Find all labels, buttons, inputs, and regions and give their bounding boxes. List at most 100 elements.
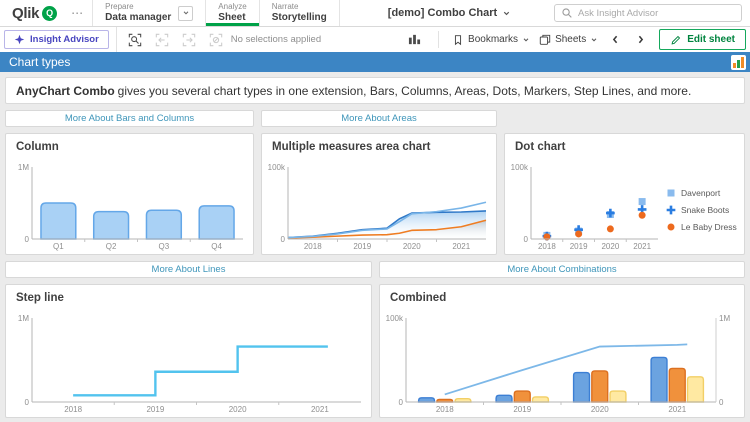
bar-Q4[interactable] bbox=[199, 206, 234, 239]
link-more-about-areas[interactable]: More About Areas bbox=[261, 110, 497, 127]
grid-icon bbox=[408, 33, 421, 46]
tick-label: 2019 bbox=[570, 242, 588, 251]
combined-chart[interactable]: 01M0100k2018201920202021 bbox=[382, 311, 742, 415]
circle-marker[interactable] bbox=[668, 224, 675, 231]
chart-title: Combined bbox=[380, 285, 744, 304]
circle-marker[interactable] bbox=[639, 212, 646, 219]
bar-Q1[interactable] bbox=[41, 203, 76, 239]
chevron-down-icon bbox=[182, 9, 190, 17]
yellow-bars-2020[interactable] bbox=[610, 391, 626, 402]
bookmark-icon bbox=[452, 34, 464, 46]
chart-panel-area: Multiple measures area chart 0100k201820… bbox=[261, 133, 497, 255]
legend-item-square[interactable]: Davenport bbox=[666, 188, 742, 198]
toolbar-divider bbox=[438, 31, 439, 48]
orange-bars-2020[interactable] bbox=[592, 371, 608, 402]
qlik-q-icon: Q bbox=[42, 6, 57, 21]
chevron-right-icon bbox=[635, 34, 646, 45]
chart-title: Dot chart bbox=[505, 134, 744, 153]
link-more-about-lines[interactable]: More About Lines bbox=[5, 261, 372, 278]
tick-label: 2020 bbox=[403, 242, 421, 251]
tick-label: 2020 bbox=[229, 405, 247, 414]
tick-label: 1M bbox=[18, 314, 29, 323]
search-input[interactable] bbox=[578, 8, 735, 19]
bookmarks-menu[interactable]: Bookmarks bbox=[452, 34, 530, 46]
chart-title: Multiple measures area chart bbox=[262, 134, 496, 153]
chevron-left-icon bbox=[610, 34, 621, 45]
blue-bars-2018[interactable] bbox=[419, 398, 435, 402]
nav-item-analyze[interactable]: Analyze Sheet bbox=[205, 0, 258, 26]
bar-chart-icon[interactable] bbox=[731, 55, 746, 70]
dot-chart[interactable]: 0100k2018201920202021 bbox=[507, 160, 666, 252]
bar-chart-icon-bar bbox=[733, 63, 736, 68]
description-box: AnyChart Combo gives you several chart t… bbox=[5, 77, 745, 104]
legend-item-plus[interactable]: Snake Boots bbox=[666, 205, 742, 215]
step-forward-button[interactable] bbox=[181, 32, 197, 48]
bar-Q2[interactable] bbox=[94, 212, 129, 239]
charts-row-1: Column 01MQ1Q2Q3Q4 Multiple measures are… bbox=[5, 133, 745, 255]
qlik-logo: Qlik Q bbox=[0, 0, 63, 26]
main-nav: Prepare Data manager Analyze Sheet Narra… bbox=[92, 0, 340, 26]
dot-chart-legend: Davenport Snake Boots Le Baby Dress bbox=[666, 188, 742, 232]
orange-bars-2021[interactable] bbox=[669, 368, 685, 402]
combined-chart-svg: 01M0100k2018201920202021 bbox=[382, 311, 742, 415]
yellow-bars-2021[interactable] bbox=[688, 377, 704, 402]
legend-label: Le Baby Dress bbox=[681, 222, 737, 232]
step-line-chart[interactable]: 01M2018201920202021 bbox=[8, 311, 369, 415]
more-menu-icon[interactable]: ⋯ bbox=[63, 0, 92, 26]
blue-bars-2020[interactable] bbox=[574, 373, 590, 402]
blue-bars-2021[interactable] bbox=[651, 357, 667, 402]
step-back-button[interactable] bbox=[154, 32, 170, 48]
sheet-content: AnyChart Combo gives you several chart t… bbox=[0, 72, 750, 418]
link-more-about-bars-and-columns[interactable]: More About Bars and Columns bbox=[5, 110, 254, 127]
blue-bars-2019[interactable] bbox=[496, 395, 512, 402]
app-title[interactable]: [demo] Combo Chart bbox=[388, 0, 511, 26]
tick-label: Q1 bbox=[53, 242, 64, 251]
toolbar-right: Bookmarks Sheets Edit sheet bbox=[406, 29, 750, 50]
step-line-series[interactable] bbox=[73, 347, 328, 396]
tick-label: 2018 bbox=[436, 405, 454, 414]
chevron-down-icon bbox=[590, 36, 598, 44]
smart-search-button[interactable] bbox=[127, 32, 143, 48]
orange-bars-2019[interactable] bbox=[514, 391, 530, 402]
square-marker[interactable] bbox=[668, 190, 675, 197]
assets-panel-button[interactable] bbox=[406, 32, 422, 48]
circle-marker[interactable] bbox=[575, 230, 582, 237]
tick-label: 100k bbox=[386, 314, 404, 323]
prepare-dropdown-button[interactable] bbox=[178, 6, 193, 21]
insight-advisor-search[interactable] bbox=[554, 4, 742, 22]
plus-marker[interactable] bbox=[667, 206, 676, 215]
insight-advisor-button[interactable]: Insight Advisor bbox=[4, 30, 109, 49]
sheets-menu[interactable]: Sheets bbox=[539, 34, 598, 46]
column-chart[interactable]: 01MQ1Q2Q3Q4 bbox=[8, 160, 251, 252]
legend-item-circle[interactable]: Le Baby Dress bbox=[666, 222, 742, 232]
yellow-bars-2019[interactable] bbox=[533, 397, 549, 402]
chart-title: Step line bbox=[6, 285, 371, 304]
nav-item-narrate[interactable]: Narrate Storytelling bbox=[259, 0, 340, 26]
tick-label: 2019 bbox=[353, 242, 371, 251]
area-chart[interactable]: 0100k2018201920202021 bbox=[264, 160, 494, 252]
links-row-2: More About Lines More About Combinations bbox=[5, 261, 745, 278]
tick-label: 0 bbox=[719, 398, 724, 407]
tick-label: 0 bbox=[399, 398, 404, 407]
nav-label-narrate: Narrate bbox=[272, 2, 327, 12]
square-marker[interactable] bbox=[639, 198, 646, 205]
nav-value-analyze: Sheet bbox=[218, 12, 246, 24]
sheet-title-bar: Chart types bbox=[0, 52, 750, 72]
tick-label: 1M bbox=[719, 314, 730, 323]
chart-panel-column: Column 01MQ1Q2Q3Q4 bbox=[5, 133, 254, 255]
previous-sheet-button[interactable] bbox=[607, 32, 623, 48]
selection-tools bbox=[127, 32, 224, 48]
bar-Q3[interactable] bbox=[146, 210, 181, 239]
link-more-about-combinations[interactable]: More About Combinations bbox=[379, 261, 745, 278]
clear-selections-button[interactable] bbox=[208, 32, 224, 48]
nav-item-prepare[interactable]: Prepare Data manager bbox=[92, 0, 205, 26]
edit-sheet-button[interactable]: Edit sheet bbox=[659, 29, 746, 50]
sheets-label: Sheets bbox=[555, 34, 586, 45]
chart-panel-step: Step line 01M2018201920202021 bbox=[5, 284, 372, 418]
yellow-bars-2018[interactable] bbox=[455, 399, 471, 402]
tick-label: 2020 bbox=[601, 242, 619, 251]
circle-marker[interactable] bbox=[607, 225, 614, 232]
next-sheet-button[interactable] bbox=[632, 32, 648, 48]
tick-label: 2020 bbox=[591, 405, 609, 414]
nav-value-narrate: Storytelling bbox=[272, 12, 327, 24]
